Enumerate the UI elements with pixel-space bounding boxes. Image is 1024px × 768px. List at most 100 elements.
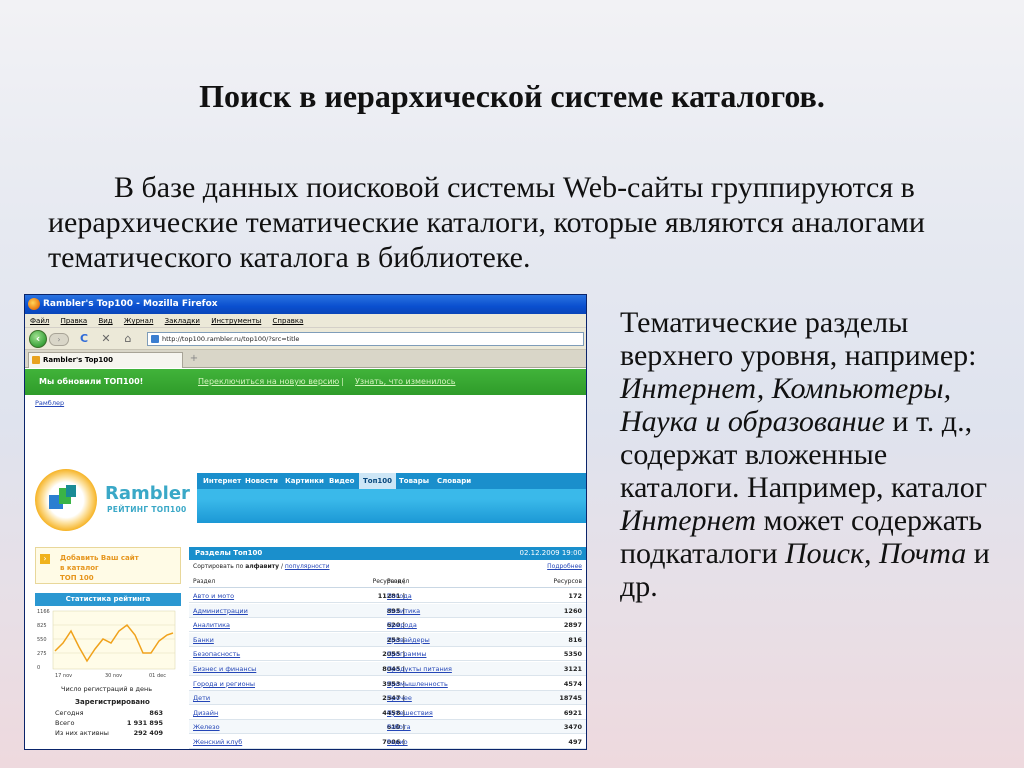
- nav-images[interactable]: Картинки: [281, 473, 328, 489]
- chart-x-label: 17 nov: [55, 673, 73, 679]
- section-link[interactable]: Политика: [387, 604, 420, 618]
- section-link[interactable]: Дети: [193, 691, 210, 705]
- browser-title: Rambler's Top100 - Mozilla Firefox: [43, 299, 218, 309]
- resource-count: 6921: [563, 708, 582, 717]
- nav-news[interactable]: Новости: [241, 473, 282, 489]
- side-text-part: Тематические разделы верхнего уровня, на…: [620, 306, 977, 372]
- reg-row-today: Сегодня 863: [55, 709, 163, 717]
- section-link[interactable]: Дизайн: [193, 706, 218, 720]
- section-link[interactable]: Работа: [387, 720, 411, 734]
- add-site-text: Добавить Ваш сайт в каталог ТОП 100: [60, 553, 139, 583]
- section-link[interactable]: Программы: [387, 647, 426, 661]
- intro-paragraph: В базе данных поисковой системы Web-сайт…: [48, 171, 925, 274]
- section-link[interactable]: Женский клуб: [193, 735, 242, 749]
- browser-window: Rambler's Top100 - Mozilla Firefox Файл …: [24, 294, 587, 750]
- add-site-line-1: Добавить Ваш сайт: [60, 554, 139, 562]
- nav-video[interactable]: Видео: [325, 473, 358, 489]
- reg-label: Из них активны: [55, 729, 109, 737]
- section-link[interactable]: Безопасность: [193, 647, 240, 661]
- nav-dictionaries[interactable]: Словари: [433, 473, 475, 489]
- reload-button[interactable]: C: [77, 332, 91, 346]
- stop-button[interactable]: ✕: [99, 332, 113, 346]
- section-link[interactable]: Прочее: [387, 691, 412, 705]
- resource-count: 3470: [563, 723, 582, 732]
- forward-button[interactable]: ›: [49, 333, 69, 346]
- table-row: Администрации 895 | Политика 1260: [189, 603, 586, 618]
- rambler-logo[interactable]: Rambler РЕЙТИНГ ТОП100: [35, 469, 195, 531]
- header-strip: [197, 489, 586, 523]
- menu-bookmarks[interactable]: Закладки: [165, 317, 200, 325]
- section-link[interactable]: Авто и мото: [193, 589, 234, 603]
- section-link[interactable]: Банки: [193, 633, 214, 647]
- service-nav: Интернет Новости Картинки Видео Топ100 Т…: [197, 473, 586, 489]
- details-link[interactable]: Подробнее: [547, 563, 582, 570]
- section-link[interactable]: Радио: [387, 735, 408, 749]
- site-favicon-icon: [151, 335, 159, 343]
- table-row: Города и регионы 3953 | Промышленность 4574: [189, 677, 586, 691]
- resource-count: 2897: [563, 621, 582, 630]
- section-link[interactable]: Продукты питания: [387, 662, 452, 676]
- chart-plot: [52, 610, 176, 670]
- resource-count: 1260: [563, 606, 582, 615]
- table-row: Железо 610 | Работа 3470: [189, 720, 586, 735]
- add-site-box[interactable]: › Добавить Ваш сайт в каталог ТОП 100: [35, 547, 181, 584]
- switch-version-link[interactable]: Переключиться на новую версию: [198, 369, 339, 395]
- home-button[interactable]: ⌂: [121, 332, 135, 346]
- breadcrumb-rambler[interactable]: Рамблер: [35, 399, 64, 407]
- table-row: Банки 253 | Провайдеры 816: [189, 632, 586, 647]
- address-url: http://top100.rambler.ru/top100/?src=tit…: [162, 335, 300, 343]
- add-site-line-3: ТОП 100: [60, 574, 94, 582]
- menu-help[interactable]: Справка: [273, 317, 304, 325]
- registered-header: Зарегистрировано: [75, 698, 150, 706]
- table-row: Аналитика 620 | Природа 2897: [189, 618, 586, 633]
- address-bar[interactable]: http://top100.rambler.ru/top100/?src=tit…: [147, 332, 584, 346]
- stop-icon: ✕: [101, 332, 111, 345]
- table-row: Безопасность 2055 | Программы 5350: [189, 647, 586, 662]
- update-banner: Мы обновили ТОП100! Переключиться на нов…: [25, 369, 586, 395]
- section-link[interactable]: Промышленность: [387, 677, 448, 691]
- reg-row-total: Всего 1 931 895: [55, 719, 163, 727]
- side-text: Тематические разделы верхнего уровня, на…: [620, 306, 1010, 603]
- menu-file[interactable]: Файл: [30, 317, 49, 325]
- section-link[interactable]: Города и регионы: [193, 677, 255, 691]
- reg-label: Всего: [55, 719, 75, 727]
- section-link[interactable]: Провайдеры: [387, 633, 430, 647]
- reg-value: 1 931 895: [126, 719, 163, 727]
- col-header-resources-2: Ресурсов: [553, 578, 582, 585]
- menu-history[interactable]: Журнал: [124, 317, 153, 325]
- new-tab-button[interactable]: +: [186, 352, 202, 368]
- browser-title-bar: Rambler's Top100 - Mozilla Firefox: [25, 295, 586, 314]
- table-row: Дети 2547 | Прочее 18745: [189, 691, 586, 706]
- menu-view[interactable]: Вид: [98, 317, 112, 325]
- sort-alphabet[interactable]: алфавиту: [245, 563, 279, 570]
- logo-subtitle: РЕЙТИНГ ТОП100: [107, 505, 187, 514]
- table-row: Авто и мото 11281 | Погода 172: [189, 589, 586, 603]
- home-icon: ⌂: [124, 332, 132, 345]
- section-link[interactable]: Железо: [193, 720, 220, 734]
- whats-changed-link[interactable]: Узнать, что изменилось: [355, 369, 456, 395]
- back-button[interactable]: ‹: [29, 330, 47, 348]
- nav-top100[interactable]: Топ100: [359, 473, 397, 489]
- section-link[interactable]: Погода: [387, 589, 412, 603]
- nav-internet[interactable]: Интернет: [199, 473, 245, 489]
- banner-separator: |: [341, 377, 344, 386]
- menu-edit[interactable]: Правка: [61, 317, 88, 325]
- section-link[interactable]: Администрации: [193, 604, 248, 618]
- forward-arrow-icon: ›: [57, 335, 61, 344]
- section-link[interactable]: Бизнес и финансы: [193, 662, 256, 676]
- section-link[interactable]: Путешествия: [387, 706, 433, 720]
- logo-cubes-icon: [49, 485, 79, 511]
- reg-value: 863: [149, 709, 163, 717]
- resource-count: 18745: [559, 694, 582, 703]
- nav-goods[interactable]: Товары: [395, 473, 433, 489]
- section-link[interactable]: Природа: [387, 618, 417, 632]
- chart-x-label: 01 dec: [149, 673, 166, 679]
- resource-count: 816: [568, 635, 582, 644]
- sort-popularity-link[interactable]: популярности: [285, 563, 330, 570]
- navigation-toolbar: ‹ › C ✕ ⌂ http://top100.rambler.ru/top10…: [25, 328, 586, 350]
- section-link[interactable]: Аналитика: [193, 618, 230, 632]
- menu-tools[interactable]: Инструменты: [211, 317, 261, 325]
- tab-strip: Rambler's Top100 +: [25, 350, 586, 368]
- tab-rambler-top100[interactable]: Rambler's Top100: [28, 352, 183, 368]
- table-title: Разделы Топ100: [195, 549, 263, 557]
